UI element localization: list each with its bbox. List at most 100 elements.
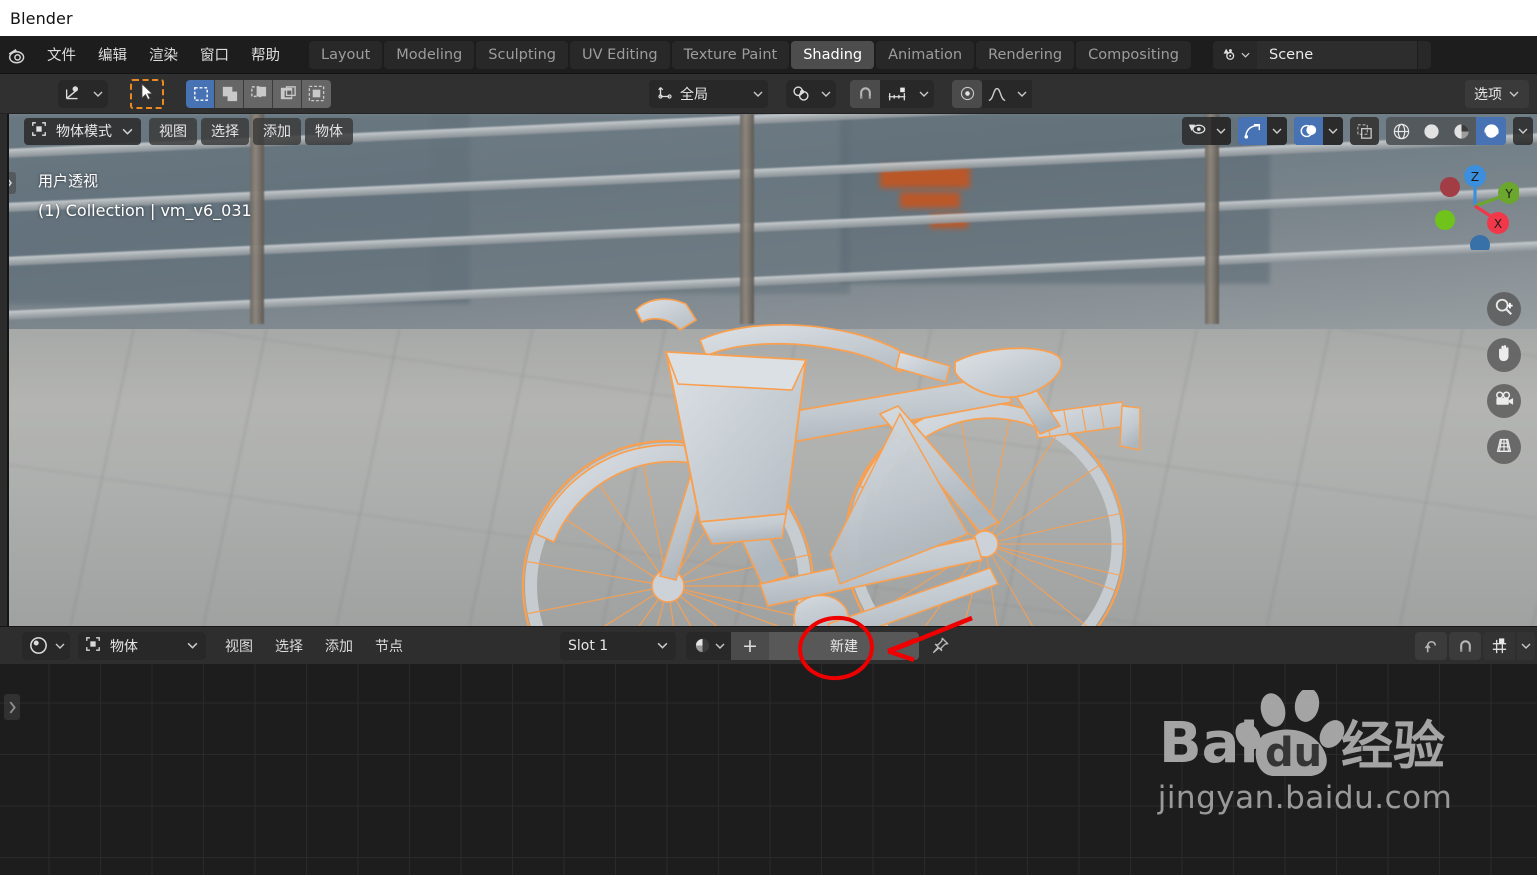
magnet-icon[interactable] — [1449, 632, 1481, 660]
workspace-tab-texture-paint[interactable]: Texture Paint — [671, 40, 790, 69]
select-subtract-icon[interactable] — [244, 79, 273, 108]
select-extend-icon[interactable] — [215, 79, 244, 108]
node-editor-canvas[interactable]: Bai du 经验 jingyan.baidu.com — [0, 664, 1537, 875]
svg-text:X: X — [1494, 217, 1502, 231]
select-intersect-icon[interactable] — [302, 79, 331, 108]
workspace-tab-compositing[interactable]: Compositing — [1076, 40, 1191, 69]
shader-menu-select[interactable]: 选择 — [264, 632, 314, 660]
options-button[interactable]: 选项 — [1465, 80, 1529, 108]
chevron-down-icon — [1239, 52, 1251, 58]
menu-file[interactable]: 文件 — [36, 41, 87, 68]
svg-text:Y: Y — [1504, 187, 1513, 201]
chevron-down-icon[interactable] — [914, 79, 934, 108]
camera-icon — [1494, 390, 1515, 412]
chevron-down-icon — [714, 643, 726, 649]
magnet-icon[interactable] — [850, 79, 880, 108]
chevron-down-icon[interactable] — [1267, 117, 1287, 145]
shader-menu-add[interactable]: 添加 — [314, 632, 364, 660]
camera-nav-button[interactable] — [1487, 384, 1521, 418]
editor-type-selector[interactable] — [22, 631, 70, 660]
xray-toggle-icon[interactable] — [1350, 117, 1379, 145]
shader-type-selector[interactable]: 物体 — [78, 631, 206, 660]
viewport-menu-add[interactable]: 添加 — [253, 117, 301, 145]
smooth-falloff-icon[interactable] — [982, 79, 1012, 108]
object-visibility-icon[interactable] — [1182, 117, 1211, 145]
ortho-perspective-button[interactable] — [1487, 430, 1521, 464]
pivot-point-selector[interactable] — [786, 79, 836, 108]
visibility-selector[interactable] — [1182, 117, 1231, 145]
material-sphere-icon[interactable] — [686, 631, 731, 660]
chevron-down-icon[interactable] — [1513, 117, 1533, 145]
pivot-point-icon[interactable] — [786, 80, 816, 108]
proportional-edit-icon[interactable] — [952, 79, 982, 108]
overlays-icon[interactable] — [1294, 117, 1323, 145]
shader-menu-node[interactable]: 节点 — [364, 632, 414, 660]
3d-viewport[interactable]: 物体模式 视图 选择 添加 物体 用户透视 (1) Collection | v… — [0, 114, 1537, 626]
select-invert-icon[interactable] — [273, 79, 302, 108]
svg-text:经验: 经验 — [1341, 717, 1445, 777]
chevron-down-icon[interactable] — [186, 642, 198, 649]
gizmo-icon[interactable] — [1238, 117, 1267, 145]
blender-logo-icon[interactable] — [2, 40, 32, 70]
viewport-menu-view[interactable]: 视图 — [149, 117, 197, 145]
new-material-button[interactable]: 新建 — [769, 631, 919, 660]
shading-solid[interactable] — [1416, 117, 1446, 145]
viewport-mode-selector[interactable]: 物体模式 — [24, 117, 141, 145]
transform-orientation-icon[interactable] — [58, 80, 88, 108]
navigation-gizmo[interactable]: Z Y X — [1431, 162, 1519, 250]
active-tool-tweak-button[interactable] — [130, 78, 164, 109]
shading-rendered[interactable] — [1476, 117, 1506, 145]
orientation-axes-icon — [656, 83, 674, 105]
snap-grid-icon[interactable] — [1483, 632, 1515, 660]
new-material-plus-button[interactable]: + — [731, 631, 769, 660]
watermark-url: jingyan.baidu.com — [1157, 780, 1453, 816]
overlays-selector[interactable] — [1294, 117, 1343, 145]
chevron-down-icon[interactable] — [54, 643, 66, 649]
shader-editor-icon[interactable] — [26, 635, 51, 656]
material-slot-label: Slot 1 — [568, 637, 609, 654]
zoom-nav-button[interactable] — [1487, 292, 1521, 326]
chevron-down-icon[interactable] — [1517, 632, 1535, 660]
workspace-tab-uv-editing[interactable]: UV Editing — [569, 40, 670, 69]
shading-material[interactable] — [1446, 117, 1476, 145]
snap-increment-icon[interactable] — [880, 79, 914, 108]
chevron-down-icon[interactable] — [816, 80, 836, 108]
workspace-tab-rendering[interactable]: Rendering — [976, 40, 1075, 69]
workspace-tab-modeling[interactable]: Modeling — [384, 40, 475, 69]
chevron-down-icon[interactable] — [88, 80, 108, 108]
transform-orientation-selector[interactable]: 全局 — [649, 79, 768, 108]
scene-name-field[interactable]: Scene — [1257, 40, 1417, 69]
menu-help[interactable]: 帮助 — [240, 41, 291, 68]
chevron-down-icon[interactable] — [1323, 117, 1343, 145]
viewport-collection-object: (1) Collection | vm_v6_031 — [38, 201, 252, 220]
viewport-menu-select[interactable]: 选择 — [201, 117, 249, 145]
chevron-down-icon[interactable] — [1211, 117, 1231, 145]
shader-menu-view[interactable]: 视图 — [214, 632, 264, 660]
pin-icon[interactable] — [923, 632, 957, 660]
select-set-icon[interactable] — [186, 79, 215, 108]
tool-preset-group[interactable] — [58, 79, 108, 108]
viewport-menu-object[interactable]: 物体 — [305, 117, 353, 145]
menu-edit[interactable]: 编辑 — [87, 41, 138, 68]
pan-nav-button[interactable] — [1487, 338, 1521, 372]
xray-toggle[interactable] — [1350, 117, 1379, 145]
shading-wireframe[interactable] — [1386, 117, 1416, 145]
material-slot-selector[interactable]: Slot 1 — [560, 631, 676, 660]
chevron-down-icon[interactable] — [1012, 79, 1032, 108]
workspace-tab-sculpting[interactable]: Sculpting — [476, 40, 568, 69]
chevron-down-icon[interactable] — [752, 91, 764, 97]
workspace-tab-animation[interactable]: Animation — [876, 40, 975, 69]
arrow-up-corner-icon[interactable] — [1415, 632, 1447, 660]
menu-window[interactable]: 窗口 — [189, 41, 240, 68]
gizmo-selector[interactable] — [1238, 117, 1287, 145]
orientation-label: 全局 — [680, 86, 708, 103]
menu-render[interactable]: 渲染 — [138, 41, 189, 68]
viewport-shading-modes — [1386, 117, 1506, 145]
workspace-tab-layout[interactable]: Layout — [309, 40, 383, 69]
scene-extra-button[interactable] — [1417, 40, 1431, 69]
workspace-tab-shading[interactable]: Shading — [791, 40, 875, 69]
node-editor-sidebar-arrow[interactable] — [4, 694, 20, 720]
scene-icon[interactable] — [1213, 40, 1257, 69]
scene-selector[interactable]: Scene — [1213, 40, 1431, 69]
blender-window: Blender 文件 编辑 渲染 窗口 帮助 Layout Modeling Sculpti… — [0, 0, 1537, 875]
